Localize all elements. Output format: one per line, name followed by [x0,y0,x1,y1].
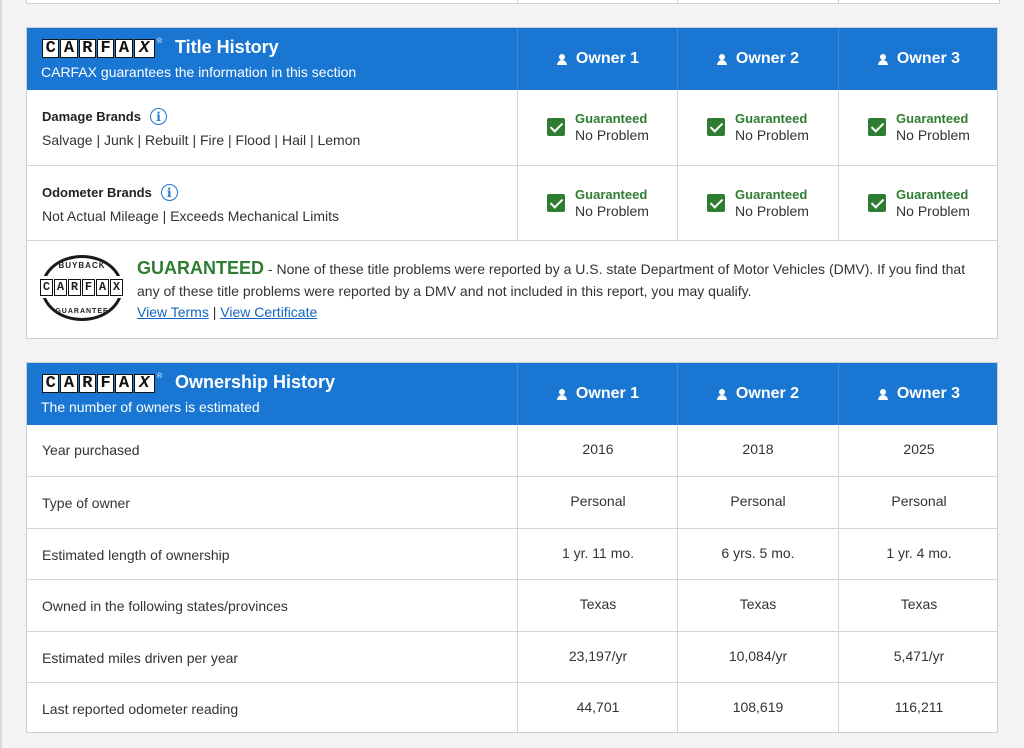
ownership-history-title: Ownership History [175,372,336,392]
ownership-history-header: C A R F A X ® Ownership History The number of … [27,363,997,425]
view-terms-link[interactable]: View Terms [137,304,209,320]
owner-1-value: 2016 [582,441,614,457]
owner-3-value: 2025 [903,441,935,457]
ownership-history-subtitle: The number of owners is estimated [41,399,260,415]
checkbox-checked-icon [707,118,726,136]
damage-brands-detail: Salvage | Junk | Rebuilt | Fire | Flood … [42,132,361,148]
odometer-owner-3-status: Guaranteed No Problem [839,166,999,240]
person-icon [556,53,567,65]
owner-2-value: 6 yrs. 5 mo. [721,545,795,561]
owner-1-value: 44,701 [576,699,620,715]
owner-3-value: Personal [891,493,947,509]
owner-2-value: Personal [730,493,786,509]
carfax-logo: C A R F A X ® [42,373,162,394]
info-icon[interactable]: i [149,108,167,125]
title-history-title: Title History [175,37,279,57]
title-history-section: C A R F A X ® Title History CARFAX guarantees … [26,27,998,339]
title-history-subtitle: CARFAX guarantees the information in thi… [41,64,357,80]
page-left-border [0,0,2,748]
damage-owner-1-status: Guaranteed No Problem [518,90,678,164]
states-owned-label: Owned in the following states/provinces [42,598,288,614]
person-icon [556,388,567,400]
table-row: Estimated length of ownership 1 yr. 11 m… [27,528,997,579]
title-history-header: C A R F A X ® Title History CARFAX guarantees … [27,28,997,90]
year-purchased-label: Year purchased [42,442,140,458]
person-icon [877,53,888,65]
damage-brands-label: Damage Brands [42,109,141,124]
checkbox-checked-icon [547,118,566,136]
owner-3-value: Texas [900,596,938,612]
table-row: Estimated miles driven per year 23,197/y… [27,631,997,682]
odometer-owner-2-status: Guaranteed No Problem [678,166,838,240]
miles-per-year-label: Estimated miles driven per year [42,650,239,666]
owner-3-value: 116,211 [894,699,944,715]
info-icon[interactable]: i [160,184,178,201]
person-icon [716,53,727,65]
owner-2-value: Texas [739,596,777,612]
owner-1-header: Owner 1 [518,363,678,425]
owner-2-value: 2018 [742,441,774,457]
person-icon [716,388,727,400]
buyback-guarantee-seal: BUYBACK CARFAX GUARANTEE [40,255,124,321]
owner-3-header: Owner 3 [839,28,999,90]
owner-1-header: Owner 1 [518,28,678,90]
odometer-brands-label: Odometer Brands [42,185,152,200]
checkbox-checked-icon [547,194,566,212]
table-row: Last reported odometer reading 44,701 10… [27,682,997,734]
guarantee-row: BUYBACK CARFAX GUARANTEE GUARANTEED - No… [27,240,997,338]
owner-1-value: 1 yr. 11 mo. [561,545,635,561]
odometer-owner-1-status: Guaranteed No Problem [518,166,678,240]
checkbox-checked-icon [868,118,887,136]
damage-owner-3-status: Guaranteed No Problem [839,90,999,164]
damage-brands-row: Damage Brands i Salvage | Junk | Rebuilt … [27,90,997,165]
table-row: Year purchased 2016 2018 2025 [27,425,997,476]
odometer-brands-row: Odometer Brands i Not Actual Mileage | Ex… [27,165,997,240]
damage-owner-2-status: Guaranteed No Problem [678,90,838,164]
table-row: Owned in the following states/provinces … [27,579,997,631]
owner-3-header: Owner 3 [839,363,999,425]
person-icon [877,388,888,400]
owner-2-header: Owner 2 [678,28,838,90]
table-row: Type of owner Personal Personal Personal [27,476,997,528]
guaranteed-headline: GUARANTEED [137,258,265,278]
owner-2-value: 10,084/yr [728,648,788,664]
owner-2-value: 108,619 [732,699,784,715]
owner-3-value: 5,471/yr [893,648,945,664]
owner-1-value: Personal [570,493,626,509]
owner-2-header: Owner 2 [678,363,838,425]
owner-1-value: Texas [579,596,617,612]
checkbox-checked-icon [868,194,887,212]
view-certificate-link[interactable]: View Certificate [220,304,317,320]
carfax-logo: C A R F A X ® [42,38,162,59]
owner-type-label: Type of owner [42,495,130,511]
previous-section-bottom [26,0,1000,4]
odometer-brands-detail: Not Actual Mileage | Exceeds Mechanical … [42,208,339,224]
guarantee-text: GUARANTEED - None of these title problem… [137,258,966,320]
ownership-history-section: C A R F A X ® Ownership History The number of … [26,362,998,734]
owner-3-value: 1 yr. 4 mo. [886,545,952,561]
odometer-reading-label: Last reported odometer reading [42,701,239,717]
owner-1-value: 23,197/yr [568,648,628,664]
ownership-length-label: Estimated length of ownership [42,547,230,563]
checkbox-checked-icon [707,194,726,212]
